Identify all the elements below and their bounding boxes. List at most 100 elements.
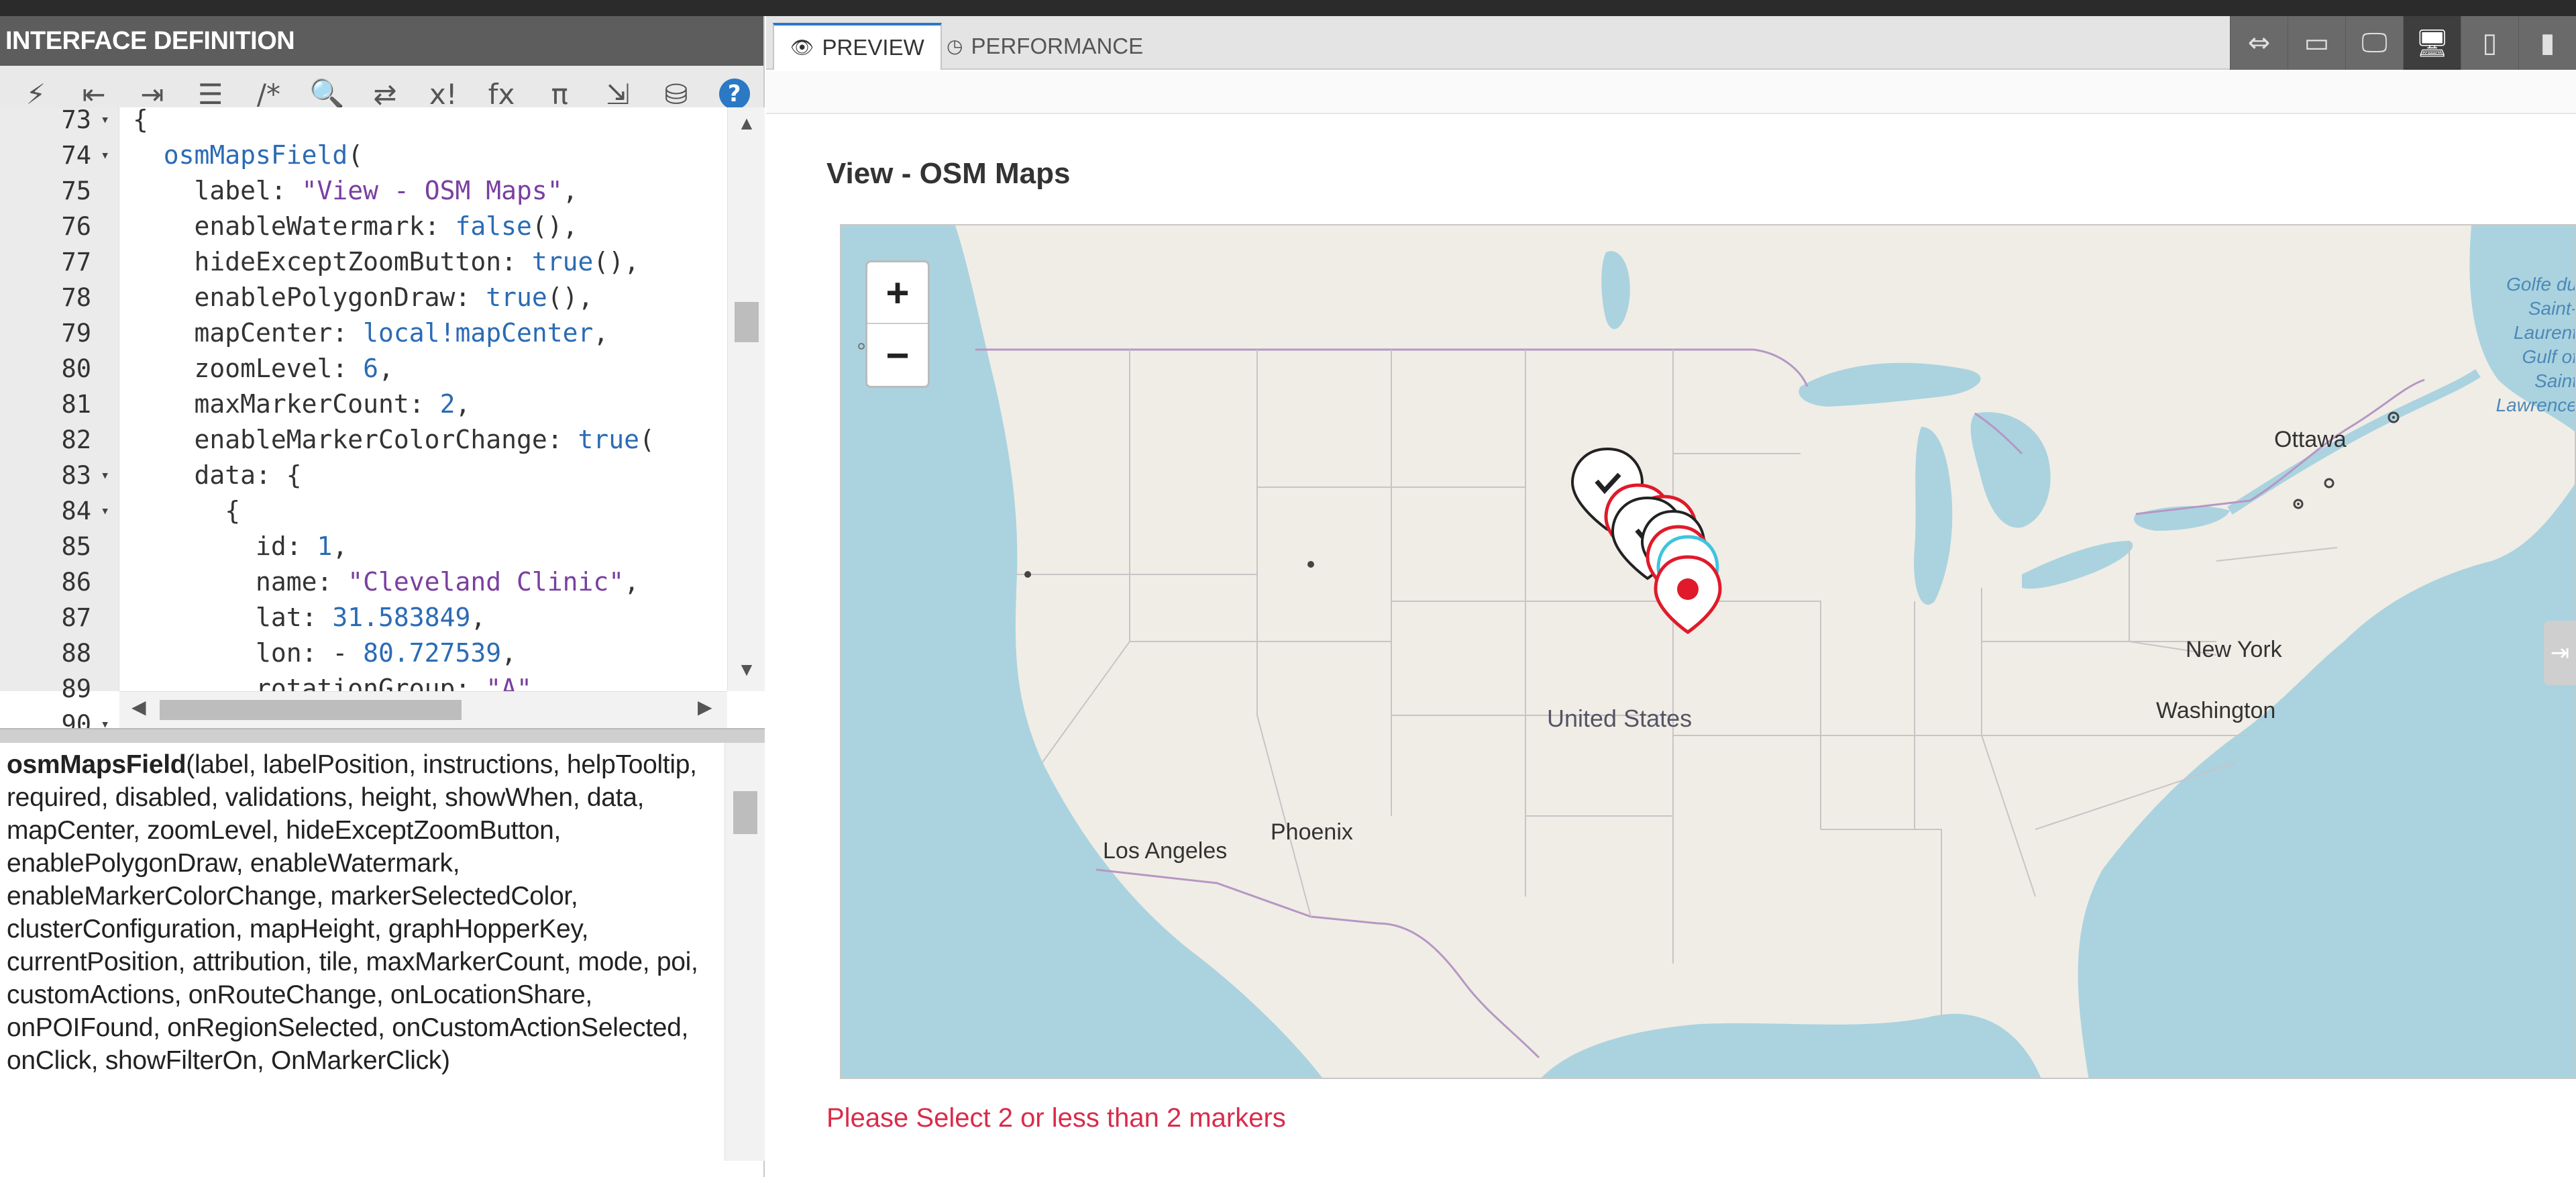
code-text: mapCenter: local!mapCenter, (133, 318, 609, 348)
code-text: zoomLevel: 6, (133, 354, 394, 383)
code-line[interactable]: 80 zoomLevel: 6, (0, 351, 738, 387)
city-label-new-york: New York (2186, 637, 2282, 662)
lake-ontario (2133, 506, 2230, 531)
code-editor[interactable]: 73 ▾{74 ▾ osmMapsField(75 label: "View - O… (0, 107, 765, 728)
lake-superior (1799, 362, 1981, 407)
code-line[interactable]: 83 ▾ data: { (0, 458, 738, 493)
phone-icon[interactable]: ▮ (2518, 16, 2576, 70)
monitor-icon[interactable]: 🖥 (2403, 16, 2461, 70)
code-text: maxMarkerCount: 2, (133, 389, 471, 419)
function-documentation: osmMapsField(label, labelPosition, instr… (0, 743, 724, 1161)
code-text: lon: - 80.727539, (133, 638, 517, 668)
scroll-right-icon[interactable]: ▶ (698, 696, 712, 718)
code-line[interactable]: 76 enableWatermark: false(), (0, 209, 738, 244)
tab-preview[interactable]: 👁 PREVIEW (773, 23, 942, 70)
water-label-gulf-saint-lawrence: Golfe du Saint-Laurent Gulf of Saint Law… (2496, 274, 2576, 415)
editor-vertical-scrollbar[interactable]: ▲ ▼ (727, 107, 765, 691)
code-line[interactable]: 87 lat: 31.583849, (0, 600, 738, 635)
line-number: 80 (61, 354, 91, 383)
scroll-thumb[interactable] (733, 791, 757, 834)
line-number: 89 (61, 674, 91, 703)
line-number: 76 (61, 212, 91, 241)
city-label-ottawa: Ottawa (2274, 427, 2347, 452)
code-line[interactable]: 73 ▾{ (0, 107, 738, 138)
zoom-control: + − (865, 260, 930, 388)
osm-map[interactable]: + − Ottawa New York Washington United St… (840, 224, 2576, 1079)
code-line[interactable]: 79 mapCenter: local!mapCenter, (0, 315, 738, 351)
map-field-label: View - OSM Maps (826, 157, 1071, 190)
lake-erie (2022, 541, 2133, 589)
desktop-icon[interactable]: 🖵 (2345, 16, 2403, 70)
canada-us-border (975, 348, 2425, 515)
editor-horizontal-scrollbar[interactable]: ◀ ▶ (119, 691, 727, 728)
code-text: id: 1, (133, 531, 348, 561)
clock-icon: ◷ (947, 35, 963, 57)
scroll-thumb[interactable] (160, 700, 462, 720)
code-text: { (133, 496, 241, 525)
code-line[interactable]: 84 ▾ { (0, 493, 738, 529)
code-text: name: "Cleveland Clinic", (133, 567, 639, 597)
tab-bar: 👁 PREVIEW ◷ PERFORMANCE ⇔ ▭ 🖵 🖥 ▯ ▮ (766, 16, 2576, 70)
line-number: 77 (61, 248, 91, 276)
map-canvas[interactable] (841, 225, 2576, 1079)
doc-function-name: osmMapsField (7, 750, 186, 779)
desktop-wide-icon[interactable]: ▭ (2288, 16, 2345, 70)
code-text: data: { (133, 460, 302, 490)
scroll-down-icon[interactable]: ▼ (728, 659, 765, 680)
lake-michigan (1914, 427, 1953, 605)
line-number: 78 (61, 283, 91, 312)
collapse-right-icon[interactable]: ⇥ (2544, 621, 2576, 685)
code-line[interactable]: 85 id: 1, (0, 529, 738, 564)
preview-panel: 👁 PREVIEW ◷ PERFORMANCE ⇔ ▭ 🖵 🖥 ▯ ▮ View - OS… (766, 16, 2576, 1177)
code-line[interactable]: 88 lon: - 80.727539, (0, 635, 738, 671)
line-number: 85 (61, 532, 91, 561)
lake-huron (1970, 412, 2051, 528)
code-line[interactable]: 86 name: "Cleveland Clinic", (0, 564, 738, 600)
code-line[interactable]: 74 ▾ osmMapsField( (0, 138, 738, 173)
city-label-phoenix: Phoenix (1271, 819, 1353, 845)
panel-title: INTERFACE DEFINITION (0, 16, 763, 66)
code-line[interactable]: 82 enableMarkerColorChange: true( (0, 422, 738, 458)
panel-splitter[interactable] (0, 728, 765, 743)
atlantic-ocean (2078, 484, 2575, 1078)
scroll-thumb[interactable] (735, 302, 759, 342)
window-top-strip (0, 0, 2576, 16)
code-line[interactable]: 81 maxMarkerCount: 2, (0, 387, 738, 422)
zoom-in-button[interactable]: + (867, 262, 928, 324)
code-text: label: "View - OSM Maps", (133, 176, 578, 205)
fold-toggle-icon[interactable]: ▾ (101, 107, 729, 138)
line-number: 87 (61, 603, 91, 632)
line-number: 75 (61, 176, 91, 205)
line-number: 88 (61, 639, 91, 668)
city-label-los-angeles: Los Angeles (1103, 838, 1228, 864)
code-line[interactable]: 78 enablePolygonDraw: true(), (0, 280, 738, 315)
line-number: 86 (61, 568, 91, 597)
line-number: 81 (61, 390, 91, 419)
zoom-out-button[interactable]: − (867, 324, 928, 386)
scroll-left-icon[interactable]: ◀ (131, 696, 146, 718)
tab-performance[interactable]: ◷ PERFORMANCE (930, 23, 1159, 70)
tablet-icon[interactable]: ▯ (2461, 16, 2518, 70)
country-label-united-states: United States (1547, 705, 1693, 732)
code-text: lat: 31.583849, (133, 603, 486, 632)
map-marker-red (1654, 555, 1722, 635)
code-text: enablePolygonDraw: true(), (133, 283, 594, 312)
code-text: hideExceptZoomButton: true(), (133, 247, 639, 276)
code-line[interactable]: 77 hideExceptZoomButton: true(), (0, 244, 738, 280)
preview-subheader (766, 71, 2576, 114)
fit-width-icon[interactable]: ⇔ (2230, 16, 2288, 70)
line-number: 82 (61, 425, 91, 454)
code-text: enableWatermark: false(), (133, 211, 578, 241)
doc-function-params: (label, labelPosition, instructions, hel… (7, 750, 698, 1075)
scroll-up-icon[interactable]: ▲ (728, 113, 765, 134)
gulf-of-mexico (1541, 1013, 2041, 1078)
code-text: enableMarkerColorChange: true( (133, 425, 655, 454)
docs-scrollbar[interactable] (724, 743, 765, 1161)
validation-message: Please Select 2 or less than 2 markers (826, 1103, 1286, 1133)
eye-icon: 👁 (790, 36, 814, 58)
device-size-toggle: ⇔ ▭ 🖵 🖥 ▯ ▮ (2230, 16, 2576, 70)
city-label-washington: Washington (2156, 698, 2276, 723)
code-text: { (133, 107, 148, 134)
line-number: 79 (61, 319, 91, 348)
code-line[interactable]: 75 label: "View - OSM Maps", (0, 173, 738, 209)
